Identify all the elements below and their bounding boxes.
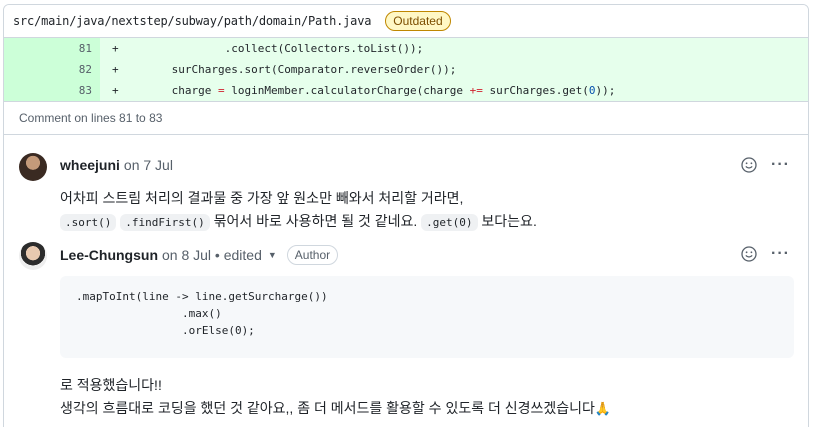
file-header: src/main/java/nextstep/subway/path/domai… — [4, 5, 808, 38]
comment-text-line: .sort() .findFirst() 묶어서 바로 사용하면 될 것 같네요… — [60, 210, 537, 234]
code-operator: += — [469, 84, 483, 97]
diff-snippet: 81 + .collect(Collectors.toList()); 82 +… — [4, 38, 808, 101]
comment-actions: ··· — [741, 157, 790, 173]
comment-timestamp[interactable]: on 7 Jul — [124, 157, 173, 173]
line-code: + charge = loginMember.calculatorCharge(… — [100, 84, 615, 97]
triangle-down-icon[interactable]: ▼ — [268, 250, 277, 260]
comment-text: 생각의 흐름대로 코딩을 했던 것 같아요,, 좀 더 메서드를 활용할 수 있… — [60, 400, 595, 416]
code-text: .collect(Collectors.toList()); — [118, 42, 424, 55]
comment-text: 어차피 스트림 처리의 결과물 중 가장 앞 원소만 빼와서 처리할 거라면, — [60, 190, 464, 206]
diff-line: 82 + surCharges.sort(Comparator.reverseO… — [4, 59, 808, 80]
kebab-horizontal-icon[interactable]: ··· — [771, 157, 790, 173]
comment-header: Lee-Chungsun on 8 Jul • edited ▼ Author — [60, 245, 339, 265]
code-text: )); — [595, 84, 616, 97]
comment-actions: ··· — [741, 246, 790, 262]
inline-code: .get(0) — [421, 214, 478, 231]
folded-hands-emoji: 🙏 — [594, 401, 612, 416]
comment-text-line: 생각의 흐름대로 코딩을 했던 것 같아요,, 좀 더 메서드를 활용할 수 있… — [60, 397, 611, 420]
smiley-icon[interactable] — [741, 157, 757, 173]
code-block: .mapToInt(line -> line.getSurcharge()) .… — [60, 276, 794, 358]
inline-code: .sort() — [60, 214, 117, 231]
code-text: charge — [118, 84, 218, 97]
inline-code: .findFirst() — [120, 214, 210, 231]
diff-line: 81 + .collect(Collectors.toList()); — [4, 38, 808, 59]
diff-sign: + — [112, 84, 119, 97]
comment-header: wheejuni on 7 Jul — [60, 157, 173, 173]
comment-text: 보다는요. — [477, 213, 537, 229]
comment-timestamp[interactable]: on 8 Jul • edited — [162, 247, 262, 263]
outdated-badge: Outdated — [385, 11, 451, 31]
review-thread: src/main/java/nextstep/subway/path/domai… — [3, 4, 809, 427]
author-badge: Author — [286, 245, 339, 265]
kebab-horizontal-icon[interactable]: ··· — [771, 246, 790, 262]
comment-on-lines: Comment on lines 81 to 83 — [4, 101, 808, 135]
diff-sign: + — [112, 42, 119, 55]
author-name[interactable]: Lee-Chungsun — [60, 247, 158, 263]
avatar[interactable] — [19, 242, 47, 270]
diff-sign: + — [112, 63, 119, 76]
diff-line: 83 + charge = loginMember.calculatorChar… — [4, 80, 808, 101]
line-number: 83 — [4, 80, 100, 101]
code-operator: = — [217, 84, 225, 97]
line-number: 82 — [4, 59, 100, 80]
comment-body: 로 적용했습니다!! 생각의 흐름대로 코딩을 했던 것 같아요,, 좀 더 메… — [60, 374, 611, 420]
comment-body: 어차피 스트림 처리의 결과물 중 가장 앞 원소만 빼와서 처리할 거라면, … — [60, 187, 537, 234]
avatar[interactable] — [19, 153, 47, 181]
comment-text: 로 적용했습니다!! — [60, 377, 162, 393]
code-text: surCharges.get( — [482, 84, 589, 97]
comment-text: 묶어서 바로 사용하면 될 것 같네요. — [209, 213, 422, 229]
line-number: 81 — [4, 38, 100, 59]
code-text: loginMember.calculatorCharge(charge — [224, 84, 470, 97]
line-code: + surCharges.sort(Comparator.reverseOrde… — [100, 63, 456, 76]
smiley-icon[interactable] — [741, 246, 757, 262]
file-path-link[interactable]: src/main/java/nextstep/subway/path/domai… — [13, 14, 371, 28]
author-name[interactable]: wheejuni — [60, 157, 120, 173]
line-code: + .collect(Collectors.toList()); — [100, 42, 423, 55]
code-text: surCharges.sort(Comparator.reverseOrder(… — [118, 63, 457, 76]
